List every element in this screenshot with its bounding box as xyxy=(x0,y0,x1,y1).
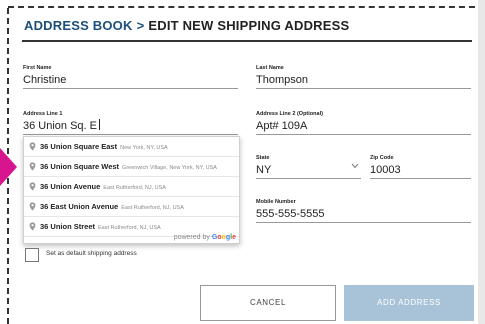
suggestion-secondary-text: East Rutherford, NJ, USA xyxy=(121,205,184,211)
suggestion-main-text: 36 Union Avenue xyxy=(40,182,101,191)
mobile-number-field[interactable]: Mobile Number 555-555-5555 xyxy=(256,198,471,223)
address-line-1-field[interactable]: Address Line 1 36 Union Sq. E xyxy=(23,110,238,135)
suggestion-item[interactable]: 36 East Union Avenue East Rutherford, NJ,… xyxy=(24,197,239,217)
map-pin-icon xyxy=(29,142,36,151)
suggestion-secondary-text: East Rutherford, NJ, USA xyxy=(103,185,166,191)
suggestion-main-text: 36 Union Street xyxy=(40,222,96,231)
map-pin-icon xyxy=(29,202,36,211)
default-address-label: Set as default shipping address xyxy=(46,250,137,257)
address-line-2-input[interactable]: Apt# 109A xyxy=(256,118,471,135)
map-pin-icon xyxy=(29,162,36,171)
zip-code-field[interactable]: Zip Code 10003 xyxy=(370,154,471,179)
google-logo: Google xyxy=(211,234,236,241)
pointer-arrow-icon xyxy=(0,148,17,186)
state-label: State xyxy=(256,155,270,161)
suggestion-secondary-text: Greenwich Village, New York, NY, USA xyxy=(122,165,217,171)
zip-code-input[interactable]: 10003 xyxy=(370,162,471,179)
last-name-field[interactable]: Last Name Thompson xyxy=(256,64,471,89)
first-name-field[interactable]: First Name Christine xyxy=(23,64,238,89)
page-title: ADDRESS BOOK > EDIT NEW SHIPPING ADDRESS xyxy=(24,18,349,33)
scrollbar-track[interactable] xyxy=(478,0,485,324)
first-name-label: First Name xyxy=(23,65,52,71)
title-divider xyxy=(22,40,472,42)
zip-code-label: Zip Code xyxy=(370,155,394,161)
add-address-button[interactable]: ADD ADDRESS xyxy=(344,285,474,321)
suggestion-item[interactable]: 36 Union Square East New York, NY, USA xyxy=(24,137,239,157)
last-name-label: Last Name xyxy=(256,65,284,71)
suggestion-secondary-text: East Rutherford, NJ, USA xyxy=(98,225,161,231)
map-pin-icon xyxy=(29,182,36,191)
address-line-1-value: 36 Union Sq. E xyxy=(23,120,97,132)
dashed-border-top xyxy=(8,6,485,8)
powered-by-text: powered by xyxy=(173,234,210,241)
map-pin-icon xyxy=(29,222,36,231)
address-autocomplete-dropdown: 36 Union Square East New York, NY, USA 36… xyxy=(23,136,240,244)
default-address-checkbox[interactable] xyxy=(25,248,39,262)
powered-by-google: powered by Google xyxy=(174,234,236,241)
suggestion-main-text: 36 Union Square East xyxy=(40,142,118,151)
chevron-down-icon[interactable] xyxy=(351,163,359,169)
suggestion-main-text: 36 Union Square West xyxy=(40,162,120,171)
address-line-2-field[interactable]: Address Line 2 (Optional) Apt# 109A xyxy=(256,110,471,135)
suggestion-main-text: 36 East Union Avenue xyxy=(40,202,119,211)
suggestion-item[interactable]: 36 Union Avenue East Rutherford, NJ, USA xyxy=(24,177,239,197)
breadcrumb-separator: > xyxy=(136,18,145,33)
state-value[interactable]: NY xyxy=(256,162,361,179)
mobile-number-input[interactable]: 555-555-5555 xyxy=(256,206,471,223)
suggestion-item[interactable]: 36 Union Square West Greenwich Village, N… xyxy=(24,157,239,177)
text-caret xyxy=(99,119,100,130)
breadcrumb-current: EDIT NEW SHIPPING ADDRESS xyxy=(148,18,350,33)
last-name-input[interactable]: Thompson xyxy=(256,72,471,89)
first-name-input[interactable]: Christine xyxy=(23,72,238,89)
address-line-1-input[interactable]: 36 Union Sq. E xyxy=(23,118,238,135)
cancel-button[interactable]: CANCEL xyxy=(200,285,336,321)
breadcrumb-address-book[interactable]: ADDRESS BOOK xyxy=(24,18,133,33)
mobile-number-label: Mobile Number xyxy=(256,199,296,205)
state-select[interactable]: State NY xyxy=(256,154,361,179)
suggestion-secondary-text: New York, NY, USA xyxy=(120,145,168,151)
address-line-1-label: Address Line 1 xyxy=(23,111,63,117)
address-line-2-label: Address Line 2 (Optional) xyxy=(256,111,323,117)
